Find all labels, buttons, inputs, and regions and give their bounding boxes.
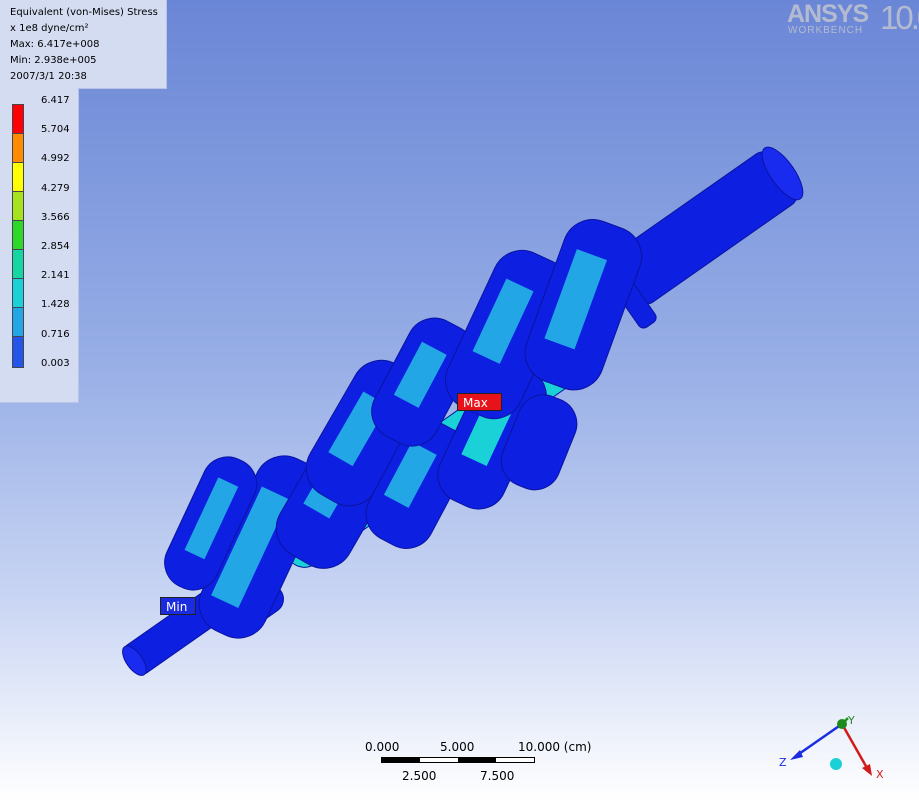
legend-label-1: 5.704 <box>41 124 70 135</box>
crankshaft-geometry <box>122 146 804 676</box>
triad-y-label: Y <box>848 714 855 727</box>
legend-swatch-6 <box>12 278 24 308</box>
scale-segment-1 <box>382 758 420 762</box>
triad-arrows <box>790 717 872 776</box>
legend-swatch-7 <box>12 307 24 337</box>
result-unit: x 1e8 dyne/cm² <box>10 23 89 34</box>
axis-triad[interactable]: Y Z X <box>772 712 892 792</box>
graphics-viewport[interactable]: Equivalent (von-Mises) Stress x 1e8 dyne… <box>0 0 919 800</box>
legend-label-4: 3.566 <box>41 212 70 223</box>
legend-label-9: 0.003 <box>41 358 70 369</box>
scale-label-2-5: 2.500 <box>402 769 437 783</box>
result-title: Equivalent (von-Mises) Stress <box>10 7 158 18</box>
legend-label-3: 4.279 <box>41 183 70 194</box>
contour-legend[interactable]: 6.417 5.704 4.992 4.279 3.566 2.854 2.14… <box>0 88 79 403</box>
scale-label-5: 5.000 <box>440 740 475 754</box>
legend-swatch-4 <box>12 220 24 250</box>
min-probe-label[interactable]: Min <box>160 597 196 615</box>
max-probe-label[interactable]: Max <box>457 393 502 411</box>
result-min: Min: 2.938e+005 <box>10 55 97 66</box>
scale-segment-3 <box>458 758 496 762</box>
legend-swatch-5 <box>12 249 24 279</box>
scale-bar <box>381 757 535 763</box>
triad-x-label: X <box>876 768 884 781</box>
legend-swatch-2 <box>12 162 24 192</box>
legend-label-0: 6.417 <box>41 95 70 106</box>
logo-sub: WORKBENCH <box>788 25 864 36</box>
scale-label-0: 0.000 <box>365 740 400 754</box>
legend-label-2: 4.992 <box>41 153 70 164</box>
scale-ruler: 0.000 5.000 10.000 (cm) 2.500 7.500 <box>355 738 615 788</box>
triad-z-label: Z <box>779 756 787 769</box>
legend-swatch-0 <box>12 104 24 134</box>
legend-label-6: 2.141 <box>41 270 70 281</box>
legend-swatch-1 <box>12 133 24 163</box>
legend-label-8: 0.716 <box>41 329 70 340</box>
scale-label-10: 10.000 (cm) <box>518 740 592 754</box>
legend-label-7: 1.428 <box>41 299 70 310</box>
legend-swatch-3 <box>12 191 24 221</box>
result-info-panel: Equivalent (von-Mises) Stress x 1e8 dyne… <box>0 0 167 89</box>
legend-swatch-8 <box>12 336 24 368</box>
scale-label-7-5: 7.500 <box>480 769 515 783</box>
legend-label-5: 2.854 <box>41 241 70 252</box>
logo-version: 10.0 <box>880 0 919 36</box>
result-max: Max: 6.417e+008 <box>10 39 100 50</box>
ansys-logo: ANSYS WORKBENCH 10.0 <box>787 0 919 42</box>
result-timestamp: 2007/3/1 20:38 <box>10 71 87 82</box>
